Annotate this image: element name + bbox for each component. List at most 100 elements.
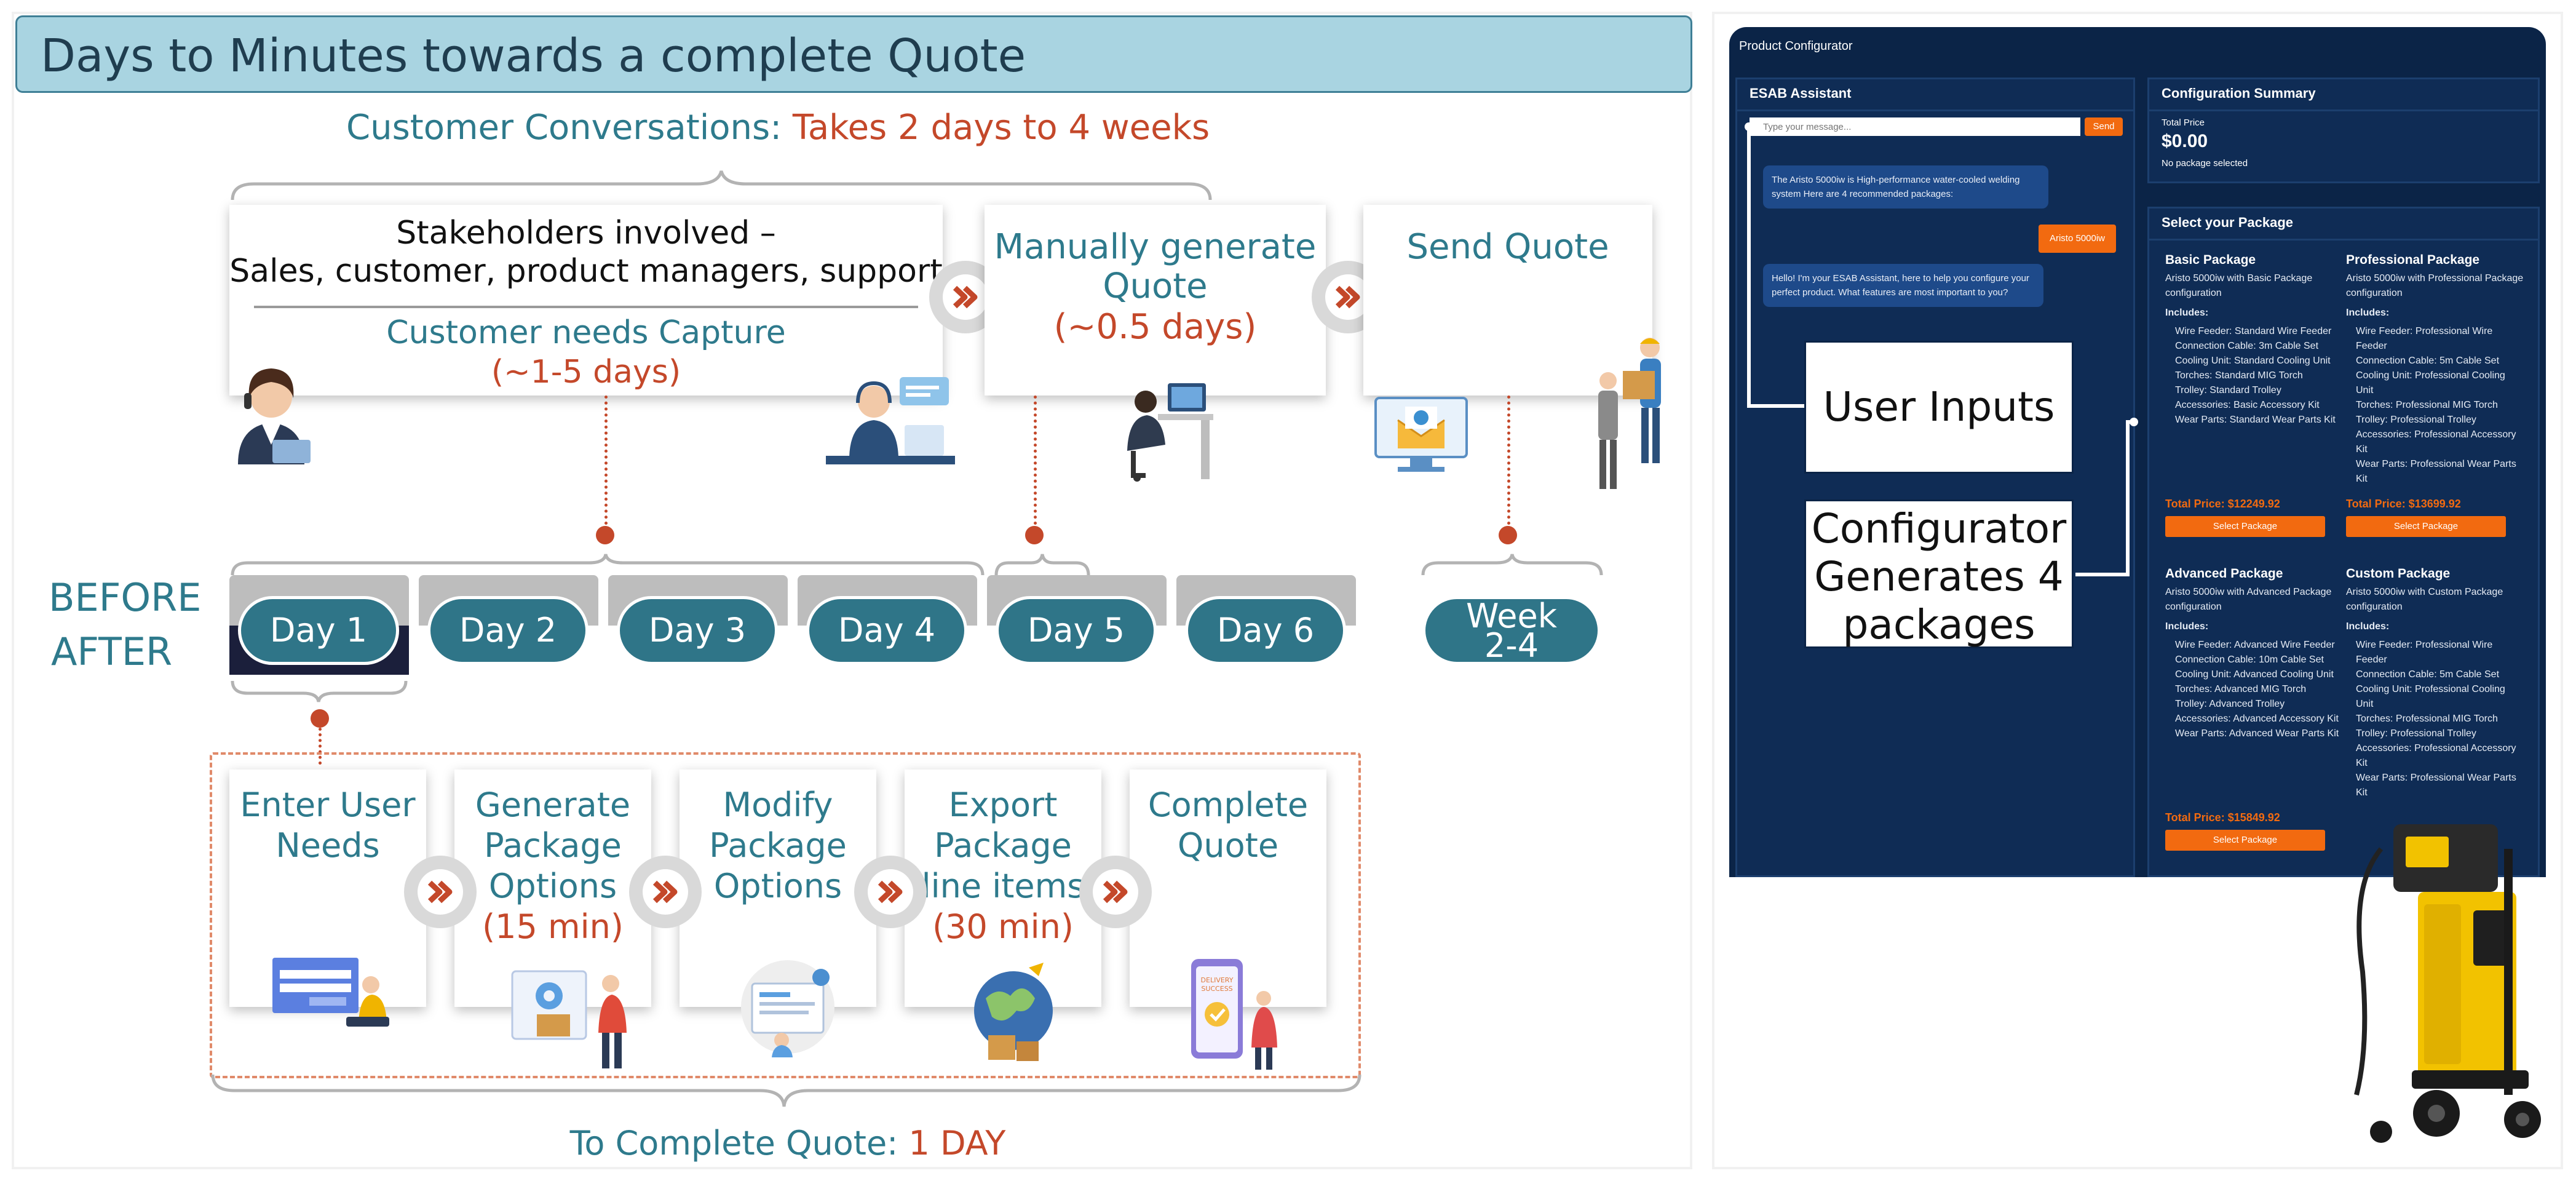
process-diagram: Days to Minutes towards a complete Quote…: [12, 12, 1692, 1169]
package-item: Trolley: Standard Trolley: [2175, 385, 2281, 396]
assistant-title: ESAB Assistant: [1737, 79, 2133, 111]
title-banner: Days to Minutes towards a complete Quote: [15, 15, 1692, 93]
step-line1: Enter User: [240, 785, 416, 824]
select-package-button[interactable]: Select Package: [2346, 516, 2506, 537]
package-item: Accessories: Professional Accessory Kit: [2356, 743, 2516, 768]
package-item: Cooling Unit: Professional Cooling Unit: [2356, 370, 2505, 396]
delivery-text-line1: DELIVERY: [1201, 976, 1234, 984]
connector-dot: [596, 526, 614, 544]
manual-time: (~0.5 days): [1053, 307, 1257, 347]
package-item: Trolley: Professional Trolley: [2356, 728, 2476, 739]
package-item: Wear Parts: Professional Wear Parts Kit: [2356, 773, 2516, 798]
package-item: Cooling Unit: Standard Cooling Unit: [2175, 356, 2331, 366]
package-card-advanced: Advanced Package Aristo 5000iw with Adva…: [2165, 567, 2344, 862]
step-line2: Package: [934, 826, 1072, 865]
step-time: (30 min): [932, 907, 1074, 946]
package-item: Cooling Unit: Professional Cooling Unit: [2356, 684, 2505, 709]
package-desc: Aristo 5000iw with Basic Package configu…: [2165, 273, 2313, 298]
package-generation-illustration: [511, 970, 627, 1068]
generates-line2: Generates 4: [1814, 552, 2064, 600]
package-total-price: Total Price: $13699.92: [2346, 498, 2461, 510]
email-discount-illustration: [1374, 397, 1468, 472]
includes-label: Includes:: [2346, 308, 2390, 318]
connector-dot: [1499, 526, 1517, 544]
package-desc: Aristo 5000iw with Advanced Package conf…: [2165, 587, 2332, 612]
delivery-text-line2: SUCCESS: [1201, 985, 1232, 993]
send-quote-label: Send Quote: [1406, 227, 1609, 267]
conversations-label: Customer Conversations:: [346, 108, 782, 148]
generates-line3: packages: [1842, 600, 2035, 648]
package-item: Accessories: Advanced Accessory Kit: [2175, 714, 2339, 724]
step-line1: Export: [948, 785, 1058, 824]
package-item: Wire Feeder: Standard Wire Feeder: [2175, 326, 2332, 336]
step-line1: Generate: [475, 785, 631, 824]
no-package-text: No package selected: [2162, 158, 2248, 169]
package-name: Basic Package: [2165, 253, 2256, 267]
conversations-duration: Takes 2 days to 4 weeks: [792, 108, 1210, 148]
chevron-arrow-icon: [629, 856, 702, 928]
package-item: Trolley: Advanced Trolley: [2175, 699, 2285, 709]
login-form-illustration: [272, 958, 389, 1027]
includes-label: Includes:: [2165, 308, 2209, 318]
package-item: Wear Parts: Standard Wear Parts Kit: [2175, 415, 2336, 425]
before-label: BEFORE: [49, 575, 202, 620]
after-label: AFTER: [51, 629, 173, 674]
complete-quote-brace: [210, 1072, 1366, 1109]
generates-line1: Configurator: [1811, 505, 2067, 552]
select-package-title: Select your Package: [2149, 209, 2538, 241]
stakeholders-line1: Stakeholders involved –: [396, 215, 776, 252]
total-price-label: Total Price: [2162, 117, 2205, 128]
delivery-workers-illustration: [1598, 338, 1661, 489]
step-line3: Options: [713, 867, 842, 905]
connector-dot: [1025, 526, 1044, 544]
stakeholders-card: Stakeholders involved – Sales, customer,…: [229, 205, 943, 396]
step-line3: line items: [921, 867, 1085, 905]
package-item: Accessories: Professional Accessory Kit: [2356, 429, 2516, 455]
package-item: Torches: Professional MIG Torch: [2356, 400, 2498, 410]
connector-dotted-line: [604, 396, 608, 531]
step-line2: Package: [709, 826, 847, 865]
package-items: Wire Feeder: Professional Wire Feeder Co…: [2346, 638, 2524, 800]
day-1-pill: Day 1: [238, 596, 399, 665]
package-item: Wear Parts: Professional Wear Parts Kit: [2356, 459, 2516, 484]
day-6-pill: Day 6: [1185, 596, 1346, 665]
connector-dotted-line: [1034, 396, 1037, 531]
package-items: Wire Feeder: Professional Wire Feeder Co…: [2346, 324, 2524, 487]
select-package-button[interactable]: Select Package: [2165, 516, 2325, 537]
week-brace: [1420, 553, 1604, 578]
package-items: Wire Feeder: Advanced Wire Feeder Connec…: [2165, 638, 2344, 741]
step-line1: Complete: [1147, 785, 1309, 824]
complete-quote-summary: To Complete Quote: 1 DAY: [210, 1124, 1366, 1163]
package-item: Torches: Professional MIG Torch: [2356, 714, 2498, 724]
package-item: Accessories: Basic Accessory Kit: [2175, 400, 2320, 410]
package-items: Wire Feeder: Standard Wire Feeder Connec…: [2165, 324, 2344, 427]
package-item: Connection Cable: 5m Cable Set: [2356, 669, 2500, 680]
summary-title: Configuration Summary: [2149, 79, 2538, 111]
package-item: Trolley: Professional Trolley: [2356, 415, 2476, 425]
week-line2: 2-4: [1484, 626, 1539, 665]
package-desc: Aristo 5000iw with Professional Package …: [2346, 273, 2524, 298]
package-item: Cooling Unit: Advanced Cooling Unit: [2175, 669, 2334, 680]
step-line3: Options: [488, 867, 617, 905]
user-inputs-callout: User Inputs: [1804, 341, 2074, 474]
user-inputs-text: User Inputs: [1823, 383, 2055, 431]
package-item: Connection Cable: 10m Cable Set: [2175, 654, 2324, 665]
delivery-success-illustration: DELIVERY SUCCESS: [1191, 959, 1277, 1070]
package-item: Wire Feeder: Advanced Wire Feeder: [2175, 640, 2335, 650]
chevron-arrow-icon: [854, 856, 927, 928]
connector-dot: [311, 709, 329, 728]
manual-line2: Quote: [1103, 266, 1208, 306]
day-5-brace: [993, 553, 1092, 578]
total-price-value: $0.00: [2162, 131, 2208, 151]
day-5-pill: Day 5: [996, 596, 1157, 665]
package-name: Professional Package: [2346, 253, 2480, 267]
package-desc: Aristo 5000iw with Custom Package config…: [2346, 587, 2503, 612]
day-4-pill: Day 4: [806, 596, 967, 665]
package-item: Connection Cable: 3m Cable Set: [2175, 341, 2319, 351]
select-package-button[interactable]: Select Package: [2165, 830, 2325, 851]
package-name: Advanced Package: [2165, 567, 2283, 581]
complete-label: To Complete Quote:: [569, 1124, 898, 1163]
step-line1: Modify: [723, 785, 833, 824]
desk-worker-illustration: [1127, 383, 1213, 482]
capture-label: Customer needs Capture: [386, 314, 786, 351]
